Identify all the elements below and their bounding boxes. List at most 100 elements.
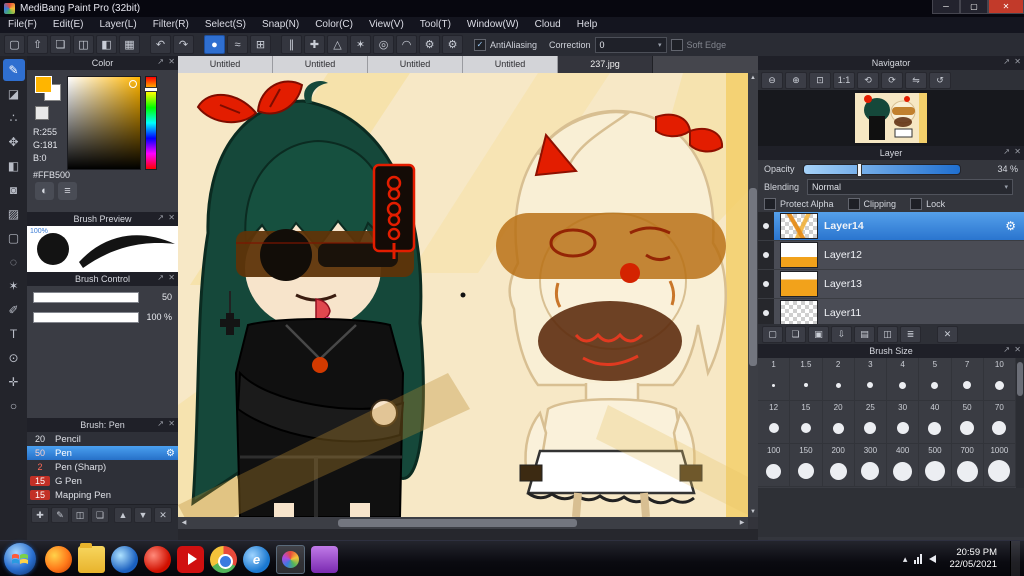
close-icon[interactable]: ✕ <box>1014 57 1021 66</box>
brush-size-cell[interactable]: 150 <box>790 444 823 487</box>
menu-help[interactable]: Help <box>569 17 606 33</box>
brush-size-cell[interactable]: 4 <box>887 358 920 401</box>
folder-icon[interactable]: ▤ <box>854 325 875 343</box>
zoom-actual-icon[interactable]: 1:1 <box>833 71 855 89</box>
layer-visibility-toggle[interactable] <box>758 299 774 324</box>
scroll-left-icon[interactable]: ◀ <box>178 517 190 529</box>
foreground-color-swatch[interactable] <box>35 76 52 93</box>
maximize-button[interactable]: ▢ <box>960 0 988 14</box>
close-button[interactable]: ✕ <box>988 0 1024 14</box>
blending-dropdown[interactable]: Normal ▾ <box>807 179 1014 195</box>
edit-brush-icon[interactable]: ✎ <box>51 507 69 523</box>
menu-file[interactable]: File(F) <box>0 17 45 33</box>
brush-shape-icon[interactable]: ● <box>204 35 225 54</box>
close-icon[interactable]: ✕ <box>1014 147 1021 156</box>
menu-select[interactable]: Select(S) <box>197 17 254 33</box>
merge-down-icon[interactable]: ≣ <box>900 325 921 343</box>
layer-visibility-toggle[interactable] <box>758 212 774 240</box>
taskbar-youtube-icon[interactable] <box>177 545 204 573</box>
vertical-scroll-thumb[interactable] <box>749 188 757 367</box>
text-tool[interactable]: T <box>3 323 25 345</box>
brush-tool[interactable]: ✎ <box>2 59 25 81</box>
brush-list-item[interactable]: 15 G Pen ⚙ <box>27 474 178 488</box>
screen-picker-icon[interactable]: ◐ <box>35 182 54 200</box>
close-icon[interactable]: ✕ <box>1014 345 1021 354</box>
eyedropper-tool[interactable]: ⊙ <box>3 347 25 369</box>
start-button[interactable] <box>4 543 36 575</box>
eraser-tool[interactable]: ◪ <box>3 83 25 105</box>
popout-icon[interactable]: ↗ <box>1003 57 1010 66</box>
zoom-tool[interactable]: ○ <box>3 395 25 417</box>
brush-size-scrollbar[interactable] <box>1016 358 1024 488</box>
taskbar-opera-icon[interactable] <box>144 545 171 573</box>
layout-split-icon[interactable]: ◧ <box>96 35 117 54</box>
scroll-right-icon[interactable]: ▶ <box>736 517 748 529</box>
flip-horizontal-icon[interactable]: ⇋ <box>905 71 927 89</box>
brush-size-cell[interactable]: 20 <box>822 401 855 444</box>
toolbar-separator[interactable] <box>196 36 202 53</box>
layout-grid-icon[interactable]: ▦ <box>119 35 140 54</box>
comment-icon[interactable]: ❏ <box>50 35 71 54</box>
undo-icon[interactable]: ↶ <box>150 35 171 54</box>
zoom-fit-icon[interactable]: ⊡ <box>809 71 831 89</box>
popout-icon[interactable]: ↗ <box>157 273 164 282</box>
close-icon[interactable]: ✕ <box>168 57 175 66</box>
brush-size-slider[interactable] <box>33 291 139 303</box>
brush-down-icon[interactable]: ▼ <box>134 507 152 523</box>
brush-size-cell[interactable]: 3 <box>854 358 887 401</box>
brush-size-cell[interactable]: 10 <box>983 358 1016 401</box>
tray-expand-icon[interactable]: ▴ <box>903 554 908 565</box>
layer-row[interactable]: Layer12 ⚙ <box>758 241 1024 270</box>
minimize-button[interactable]: ─ <box>932 0 960 14</box>
stabilizer-icon[interactable]: ≈ <box>227 35 248 54</box>
brush-size-cell[interactable]: 500 <box>919 444 952 487</box>
taskbar-media-icon[interactable] <box>111 545 138 573</box>
delete-layer-icon[interactable]: ✕ <box>937 325 958 343</box>
layer-row[interactable]: Layer14 ⚙ <box>758 212 1024 241</box>
layer-settings-icon[interactable]: ⚙ <box>1005 219 1016 233</box>
brush-size-cell[interactable]: 15 <box>790 401 823 444</box>
transparent-color-swatch[interactable] <box>35 106 49 120</box>
taskbar-folder-icon[interactable] <box>78 542 105 573</box>
taskbar-ie-icon[interactable]: e <box>243 545 270 573</box>
layer-row[interactable]: Layer13 ⚙ <box>758 270 1024 299</box>
brush-size-cell[interactable]: 1000 <box>983 444 1016 487</box>
close-icon[interactable]: ✕ <box>168 213 175 222</box>
menu-tool[interactable]: Tool(T) <box>412 17 459 33</box>
redo-icon[interactable]: ↷ <box>173 35 194 54</box>
opacity-slider[interactable] <box>802 162 961 177</box>
menu-filter[interactable]: Filter(R) <box>145 17 197 33</box>
snap-settings-icon[interactable]: ⚙ <box>419 35 440 54</box>
taskbar-gacha-icon[interactable] <box>311 545 338 573</box>
brush-size-cell[interactable]: 200 <box>822 444 855 487</box>
brush-size-cell[interactable]: 40 <box>919 401 952 444</box>
popout-icon[interactable]: ↗ <box>157 57 164 66</box>
clock[interactable]: 20:59 PM 22/05/2021 <box>943 547 1003 571</box>
hand-tool[interactable]: ✛ <box>3 371 25 393</box>
brush-size-cell[interactable]: 1.5 <box>790 358 823 401</box>
menu-color[interactable]: Color(C) <box>307 17 361 33</box>
new-canvas-icon[interactable]: ▢ <box>4 35 25 54</box>
canvas-artwork[interactable] <box>178 73 748 517</box>
horizontal-scroll-thumb[interactable] <box>337 519 577 527</box>
clipping-checkbox[interactable] <box>847 198 860 210</box>
gradient-tool[interactable]: ▨ <box>3 203 25 225</box>
snap-circle-icon[interactable]: ◎ <box>373 35 394 54</box>
import-image-icon[interactable]: ⇩ <box>831 325 852 343</box>
select-pen-tool[interactable]: ✐ <box>3 299 25 321</box>
brush-size-cell[interactable]: 50 <box>951 401 984 444</box>
brush-list-item[interactable]: 20 Pencil ⚙ <box>27 432 178 446</box>
menu-cloud[interactable]: Cloud <box>527 17 569 33</box>
document-tab[interactable]: 237.jpg <box>558 56 653 73</box>
snap-vanish-icon[interactable]: △ <box>327 35 348 54</box>
network-icon[interactable] <box>914 554 923 564</box>
duplicate-brush-icon[interactable]: ◫ <box>71 507 89 523</box>
snap-cross-icon[interactable]: ✚ <box>304 35 325 54</box>
dot-tool[interactable]: ∴ <box>3 107 25 129</box>
brush-size-cell[interactable]: 30 <box>887 401 920 444</box>
snap-radial-icon[interactable]: ✶ <box>350 35 371 54</box>
new-layer-icon[interactable]: ▢ <box>762 325 783 343</box>
brush-size-cell[interactable]: 25 <box>854 401 887 444</box>
brush-size-cell[interactable]: 5 <box>919 358 952 401</box>
brush-size-cell[interactable]: 1 <box>758 358 791 401</box>
